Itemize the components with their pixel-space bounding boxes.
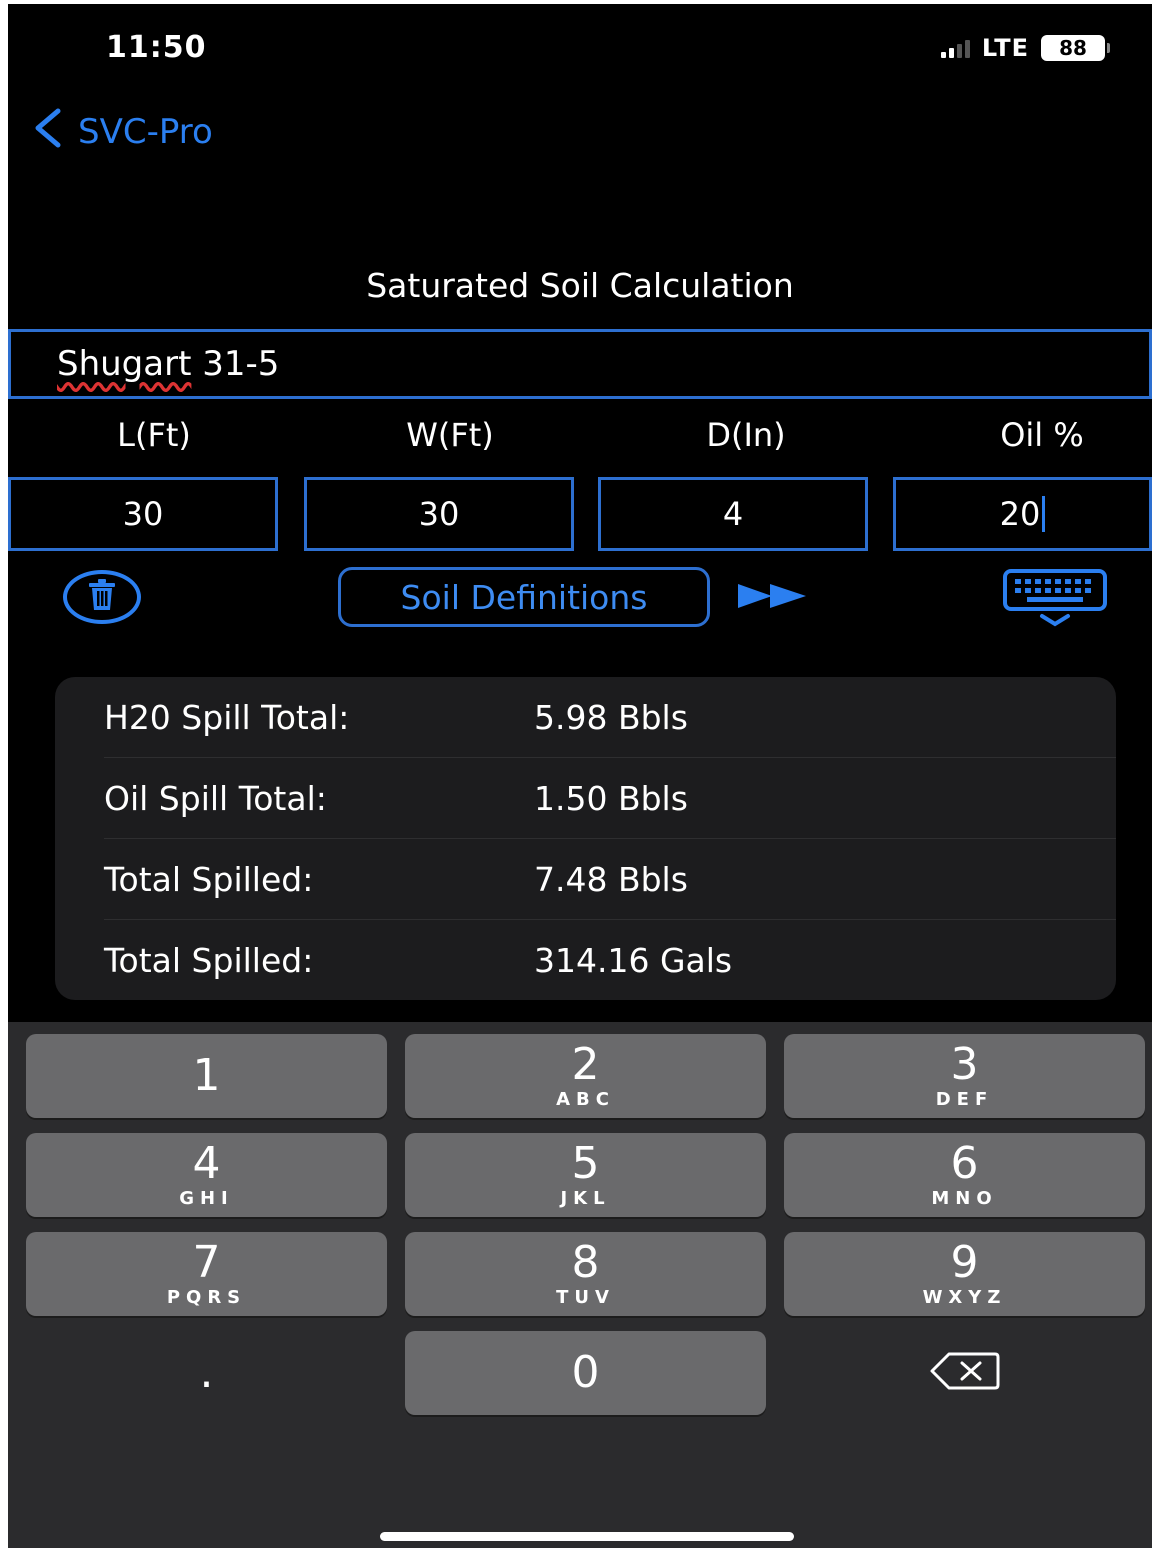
depth-label: D(In) <box>706 416 786 454</box>
total-bbls-value: 7.48 Bbls <box>534 859 688 899</box>
keyboard-dismiss-button[interactable] <box>1002 568 1108 634</box>
signal-icon <box>940 38 970 58</box>
total-gals-value: 314.16 Gals <box>534 940 733 980</box>
text-caret <box>1042 496 1046 532</box>
oil-spill-label: Oil Spill Total: <box>104 778 327 818</box>
width-value: 30 <box>418 495 460 533</box>
page-title: Saturated Soil Calculation <box>366 266 794 305</box>
status-time: 11:50 <box>106 30 207 65</box>
h2o-spill-value: 5.98 Bbls <box>534 697 688 737</box>
home-indicator[interactable] <box>380 1532 794 1541</box>
app-screen: 11:50 LTE 88 SVC-Pro Saturated Soil Calc… <box>8 4 1152 1548</box>
fast-forward-icon <box>736 584 808 614</box>
key-1[interactable]: 1 <box>26 1034 387 1118</box>
trash-icon <box>87 579 117 615</box>
back-button[interactable]: SVC-Pro <box>32 108 213 155</box>
width-input[interactable]: 30 <box>304 477 574 551</box>
key-5[interactable]: 5 JKL <box>405 1133 766 1217</box>
site-name-field[interactable]: Shugart 31-5 <box>8 329 1152 399</box>
width-label: W(Ft) <box>406 416 494 454</box>
status-indicators: LTE 88 <box>940 34 1110 62</box>
key-7[interactable]: 7 PQRS <box>26 1232 387 1316</box>
site-name-rest: 31-5 <box>191 344 280 384</box>
site-name-word: Shugart <box>57 344 192 384</box>
battery-icon: 88 <box>1041 35 1110 61</box>
numeric-keypad: 1 2 ABC 3 DEF 4 GHI 5 JKL 6 MNO 7 PQRS 8 TUV 9W… <box>8 1022 1152 1548</box>
total-gals-label: Total Spilled: <box>104 940 314 980</box>
delete-key[interactable] <box>784 1331 1145 1415</box>
keyboard-dismiss-icon <box>1002 569 1108 634</box>
key-decimal[interactable]: . <box>26 1331 387 1415</box>
key-2[interactable]: 2 ABC <box>405 1034 766 1118</box>
key-8[interactable]: 8 TUV <box>405 1232 766 1316</box>
result-row: Total Spilled: 7.48 Bbls <box>104 839 1116 920</box>
oil-percent-value: 20 <box>999 495 1041 533</box>
total-bbls-label: Total Spilled: <box>104 859 314 899</box>
fast-forward-button[interactable] <box>736 582 808 614</box>
result-row: Total Spilled: 314.16 Gals <box>104 920 1116 1000</box>
oil-percent-input[interactable]: 20 <box>893 477 1152 551</box>
battery-level: 88 <box>1041 35 1105 61</box>
result-row: H20 Spill Total: 5.98 Bbls <box>104 677 1116 758</box>
result-row: Oil Spill Total: 1.50 Bbls <box>104 758 1116 839</box>
length-value: 30 <box>122 495 164 533</box>
oil-percent-label: Oil % <box>1000 416 1084 454</box>
chevron-left-icon <box>32 108 62 155</box>
length-input[interactable]: 30 <box>8 477 278 551</box>
depth-input[interactable]: 4 <box>598 477 868 551</box>
soil-definitions-button[interactable]: Soil Definitions <box>338 567 710 627</box>
network-type: LTE <box>981 34 1029 62</box>
key-9[interactable]: 9 WXYZ <box>784 1232 1145 1316</box>
field-labels: L(Ft) W(Ft) D(In) Oil % <box>8 416 1152 466</box>
back-label: SVC-Pro <box>78 111 213 152</box>
depth-value: 4 <box>722 495 744 533</box>
length-label: L(Ft) <box>117 416 191 454</box>
delete-key-icon <box>929 1351 1001 1395</box>
key-0[interactable]: 0 <box>405 1331 766 1415</box>
trash-button[interactable] <box>63 570 141 624</box>
dimension-inputs: 30 30 4 20 <box>8 477 1152 551</box>
key-3[interactable]: 3 DEF <box>784 1034 1145 1118</box>
results-panel: H20 Spill Total: 5.98 Bbls Oil Spill Tot… <box>55 677 1116 1000</box>
h2o-spill-label: H20 Spill Total: <box>104 697 350 737</box>
key-6[interactable]: 6 MNO <box>784 1133 1145 1217</box>
oil-spill-value: 1.50 Bbls <box>534 778 688 818</box>
key-4[interactable]: 4 GHI <box>26 1133 387 1217</box>
